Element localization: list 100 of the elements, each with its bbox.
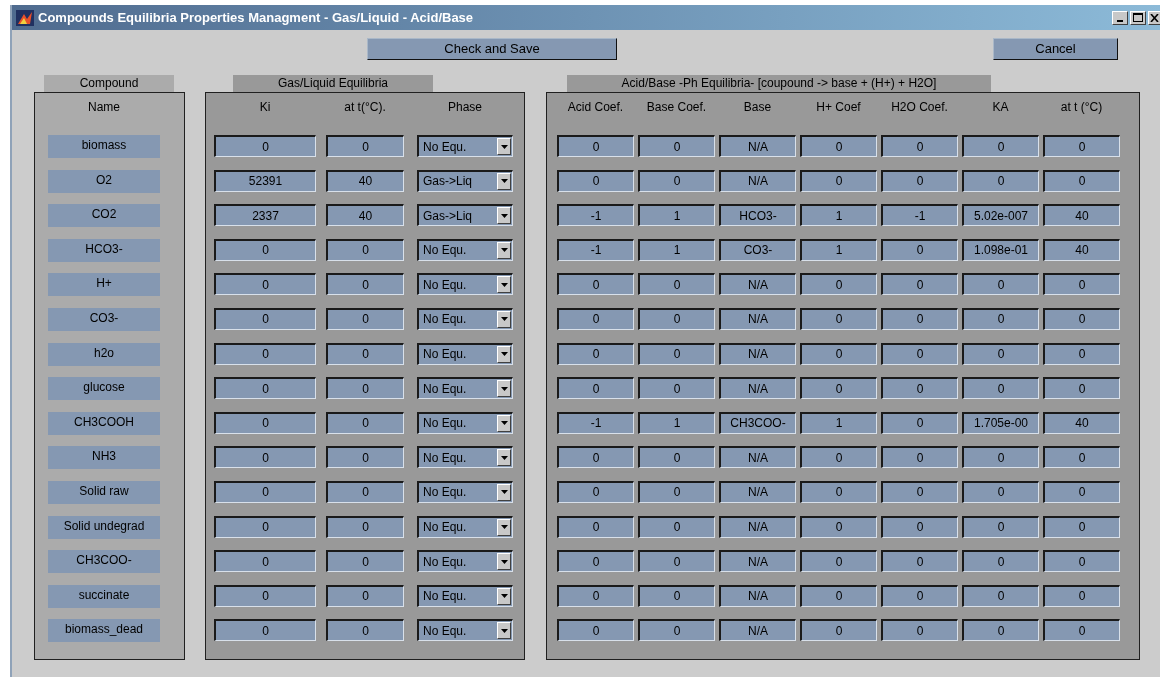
input-field[interactable]: 0 [800, 446, 877, 469]
input-field[interactable]: 0 [214, 446, 316, 469]
input-field[interactable]: 0 [557, 273, 634, 296]
input-field[interactable]: -1 [557, 204, 634, 227]
phase-dropdown[interactable]: No Equ. [417, 515, 513, 538]
input-field[interactable]: 0 [881, 480, 958, 503]
input-field[interactable]: 0 [881, 307, 958, 330]
input-field[interactable]: 40 [1043, 238, 1120, 261]
input-field[interactable]: 0 [800, 342, 877, 365]
input-field[interactable]: 0 [881, 135, 958, 157]
input-field[interactable]: 0 [962, 550, 1039, 573]
input-field[interactable]: 0 [962, 169, 1039, 192]
input-field[interactable]: 1.098e-01 [962, 238, 1039, 261]
input-field[interactable]: -1 [557, 411, 634, 434]
input-field[interactable]: N/A [719, 377, 796, 400]
input-field[interactable]: 0 [638, 273, 715, 296]
input-field[interactable]: N/A [719, 515, 796, 538]
phase-dropdown[interactable]: No Equ. [417, 342, 513, 365]
phase-dropdown[interactable]: No Equ. [417, 135, 513, 157]
input-field[interactable]: 0 [326, 480, 404, 503]
input-field[interactable]: 0 [214, 342, 316, 365]
input-field[interactable]: 0 [214, 307, 316, 330]
input-field[interactable]: N/A [719, 480, 796, 503]
input-field[interactable]: 0 [638, 619, 715, 642]
input-field[interactable]: 0 [800, 480, 877, 503]
input-field[interactable]: 0 [962, 342, 1039, 365]
input-field[interactable]: 0 [638, 342, 715, 365]
input-field[interactable]: 0 [962, 307, 1039, 330]
input-field[interactable]: -1 [557, 238, 634, 261]
input-field[interactable]: N/A [719, 307, 796, 330]
input-field[interactable]: N/A [719, 550, 796, 573]
phase-dropdown[interactable]: No Equ. [417, 550, 513, 573]
input-field[interactable]: 0 [881, 515, 958, 538]
input-field[interactable]: N/A [719, 273, 796, 296]
input-field[interactable]: 0 [638, 480, 715, 503]
input-field[interactable]: 0 [638, 169, 715, 192]
input-field[interactable]: 40 [1043, 204, 1120, 227]
input-field[interactable]: CH3COO- [719, 411, 796, 434]
input-field[interactable]: N/A [719, 135, 796, 157]
input-field[interactable]: 0 [214, 411, 316, 434]
input-field[interactable]: 0 [800, 377, 877, 400]
input-field[interactable]: 1 [800, 204, 877, 227]
input-field[interactable]: 1 [638, 204, 715, 227]
input-field[interactable]: 0 [638, 515, 715, 538]
input-field[interactable]: 0 [557, 584, 634, 607]
input-field[interactable]: 0 [962, 135, 1039, 157]
input-field[interactable]: 0 [800, 169, 877, 192]
minimize-button[interactable] [1112, 10, 1128, 25]
input-field[interactable]: 1.705e-00 [962, 411, 1039, 434]
input-field[interactable]: 0 [1043, 342, 1120, 365]
input-field[interactable]: 0 [881, 238, 958, 261]
input-field[interactable]: 0 [557, 550, 634, 573]
input-field[interactable]: 0 [962, 480, 1039, 503]
input-field[interactable]: 1 [638, 411, 715, 434]
input-field[interactable]: 1 [800, 411, 877, 434]
phase-dropdown[interactable]: No Equ. [417, 238, 513, 261]
input-field[interactable]: 0 [638, 307, 715, 330]
input-field[interactable]: 5.02e-007 [962, 204, 1039, 227]
input-field[interactable]: 0 [638, 377, 715, 400]
input-field[interactable]: N/A [719, 619, 796, 642]
input-field[interactable]: 0 [962, 446, 1039, 469]
input-field[interactable]: CO3- [719, 238, 796, 261]
input-field[interactable]: 0 [214, 273, 316, 296]
input-field[interactable]: 0 [1043, 550, 1120, 573]
input-field[interactable]: 0 [1043, 515, 1120, 538]
input-field[interactable]: 0 [962, 619, 1039, 642]
input-field[interactable]: 0 [326, 342, 404, 365]
input-field[interactable]: 0 [962, 273, 1039, 296]
input-field[interactable]: 0 [881, 411, 958, 434]
input-field[interactable]: 0 [326, 135, 404, 157]
cancel-button[interactable]: Cancel [993, 38, 1118, 60]
close-button[interactable] [1148, 10, 1160, 25]
phase-dropdown[interactable]: No Equ. [417, 619, 513, 642]
input-field[interactable]: 40 [326, 204, 404, 227]
input-field[interactable]: 0 [326, 238, 404, 261]
phase-dropdown[interactable]: Gas->Liq [417, 204, 513, 227]
input-field[interactable]: -1 [881, 204, 958, 227]
input-field[interactable]: 0 [326, 446, 404, 469]
input-field[interactable]: 0 [800, 515, 877, 538]
input-field[interactable]: 0 [557, 515, 634, 538]
input-field[interactable]: 0 [881, 273, 958, 296]
input-field[interactable]: 0 [557, 446, 634, 469]
input-field[interactable]: 0 [557, 342, 634, 365]
input-field[interactable]: 0 [881, 584, 958, 607]
input-field[interactable]: 1 [638, 238, 715, 261]
input-field[interactable]: 0 [1043, 169, 1120, 192]
input-field[interactable]: N/A [719, 446, 796, 469]
phase-dropdown[interactable]: No Equ. [417, 377, 513, 400]
input-field[interactable]: 0 [557, 377, 634, 400]
input-field[interactable]: 1 [800, 238, 877, 261]
input-field[interactable]: 0 [1043, 135, 1120, 157]
input-field[interactable]: 0 [214, 584, 316, 607]
phase-dropdown[interactable]: No Equ. [417, 411, 513, 434]
input-field[interactable]: 40 [1043, 411, 1120, 434]
input-field[interactable]: 0 [214, 550, 316, 573]
input-field[interactable]: 0 [800, 273, 877, 296]
input-field[interactable]: 0 [326, 550, 404, 573]
input-field[interactable]: 0 [214, 515, 316, 538]
input-field[interactable]: 0 [326, 273, 404, 296]
input-field[interactable]: 40 [326, 169, 404, 192]
